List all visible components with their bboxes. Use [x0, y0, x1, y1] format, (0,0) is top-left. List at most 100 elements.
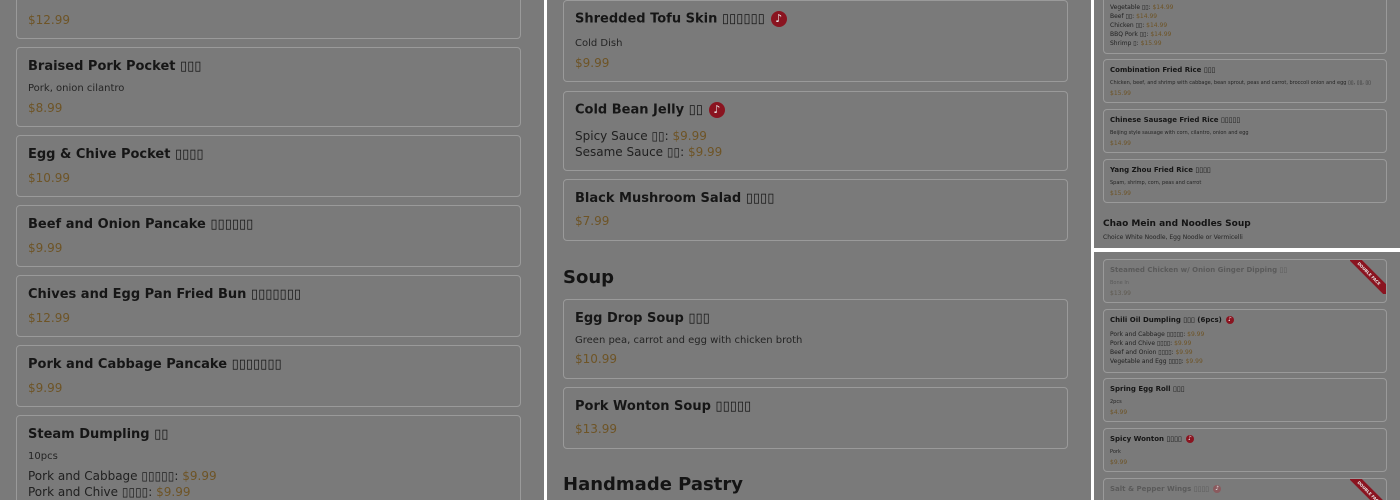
- option-label: Sesame Sauce ▯▯:: [575, 145, 685, 159]
- menu-item-card[interactable]: Combination Fried Rice ▯▯▯ Chicken, beef…: [1103, 59, 1387, 103]
- item-name-text: Cold Bean Jelly ▯▯: [575, 102, 703, 118]
- chili-pepper-icon: ♪: [1185, 435, 1194, 443]
- menu-item-card[interactable]: Steamed Chicken w/ Onion Ginger Dipping …: [1103, 259, 1387, 303]
- menu-item-card[interactable]: Pork Wonton Soup ▯▯▯▯▯ $13.99: [563, 387, 1068, 449]
- section-heading-chao-mein: Chao Mein and Noodles Soup: [1103, 219, 1251, 229]
- menu-panel-pastry: $12.99 Braised Pork Pocket ▯▯▯ Pork, oni…: [0, 0, 544, 500]
- menu-item-card[interactable]: Chives and Egg Pan Fried Bun ▯▯▯▯▯▯▯ $12…: [16, 275, 521, 337]
- option-price: $9.99: [1187, 331, 1205, 338]
- item-name: Steamed Chicken w/ Onion Ginger Dipping …: [1110, 266, 1288, 274]
- item-name: Braised Pork Pocket ▯▯▯: [28, 59, 202, 74]
- menu-item-card[interactable]: Black Mushroom Salad ▯▯▯▯ $7.99: [563, 179, 1068, 241]
- item-description: Chicken, beef, and shrimp with cabbage, …: [1110, 80, 1371, 86]
- option-price: $9.99: [1185, 358, 1203, 365]
- item-name: Steam Dumpling ▯▯: [28, 427, 169, 442]
- item-option: Pork and Cabbage ▯▯▯▯▯: $9.99: [1110, 331, 1204, 338]
- item-name: Chinese Sausage Fried Rice ▯▯▯▯▯: [1110, 116, 1241, 124]
- menu-panel-cold-dish-soup: Shredded Tofu Skin ▯▯▯▯▯▯ ♪ Cold Dish $9.…: [547, 0, 1091, 500]
- item-price: $14.99: [1110, 140, 1131, 147]
- item-option: Vegetable and Egg ▯▯▯▯: $9.99: [1110, 358, 1203, 365]
- item-option: Beef ▯▯: $14.99: [1110, 13, 1157, 20]
- item-name-text: Spicy Wonton ▯▯▯▯: [1110, 435, 1182, 443]
- option-price: $9.99: [672, 129, 707, 143]
- menu-item-card[interactable]: Braised Pork Pocket ▯▯▯ Pork, onion cila…: [16, 47, 521, 127]
- menu-item-card[interactable]: Shredded Tofu Skin ▯▯▯▯▯▯ ♪ Cold Dish $9.…: [563, 0, 1068, 82]
- item-price: $9.99: [1110, 459, 1128, 466]
- menu-item-card[interactable]: Chili Oil Dumpling ▯▯▯ (6pcs) ♪ Pork and …: [1103, 309, 1387, 373]
- menu-item-card[interactable]: Chinese Sausage Fried Rice ▯▯▯▯▯ Beijing…: [1103, 109, 1387, 153]
- item-price: $13.99: [1110, 290, 1131, 297]
- option-label: Vegetable ▯▯:: [1110, 4, 1151, 11]
- double-face-ribbon: DOUBLE FACE: [1350, 479, 1386, 500]
- item-option: Pork and Cabbage ▯▯▯▯▯: $9.99: [28, 469, 217, 483]
- item-description: Bone In: [1110, 280, 1129, 286]
- double-face-ribbon: DOUBLE FACE: [1350, 260, 1386, 294]
- item-price: $12.99: [28, 13, 70, 27]
- item-description: Pork: [1110, 449, 1121, 455]
- item-price: $13.99: [575, 422, 617, 436]
- item-description: 10pcs: [28, 451, 58, 462]
- option-price: $9.99: [1175, 349, 1193, 356]
- chili-pepper-icon: ♪: [770, 11, 787, 27]
- menu-panel-appetizers: Steamed Chicken w/ Onion Ginger Dipping …: [1094, 252, 1400, 500]
- item-price: $9.99: [28, 381, 63, 395]
- option-label: Beef ▯▯:: [1110, 13, 1135, 20]
- menu-item-card[interactable]: Spring Egg Roll ▯▯▯ 2pcs $4.99: [1103, 378, 1387, 422]
- item-price: $4.99: [1110, 409, 1128, 416]
- menu-item-card[interactable]: Salt & Pepper Wings ▯▯▯▯ ♪ DOUBLE FACE: [1103, 478, 1387, 500]
- item-name-text: Salt & Pepper Wings ▯▯▯▯: [1110, 485, 1210, 493]
- item-name: Yang Zhou Fried Rice ▯▯▯▯: [1110, 166, 1211, 174]
- item-price: $15.99: [1110, 90, 1131, 97]
- item-description: Pork, onion cilantro: [28, 83, 125, 94]
- option-label: BBQ Pork ▯▯:: [1110, 31, 1149, 38]
- menu-item-card[interactable]: Cold Bean Jelly ▯▯ ♪ Spicy Sauce ▯▯: $9.9…: [563, 91, 1068, 171]
- item-price: $7.99: [575, 214, 610, 228]
- item-name: Beef and Onion Pancake ▯▯▯▯▯▯: [28, 217, 254, 232]
- item-name: Spicy Wonton ▯▯▯▯ ♪: [1110, 435, 1194, 443]
- item-name: Chili Oil Dumpling ▯▯▯ (6pcs) ♪: [1110, 316, 1234, 324]
- item-option: Spicy Sauce ▯▯: $9.99: [575, 129, 707, 143]
- item-option: Pork and Chive ▯▯▯▯: $9.99: [1110, 340, 1191, 347]
- item-price: $8.99: [28, 101, 63, 115]
- menu-item-card[interactable]: $12.99: [16, 0, 521, 39]
- option-price: $14.99: [1136, 13, 1158, 20]
- menu-item-card[interactable]: Beef and Onion Pancake ▯▯▯▯▯▯ $9.99: [16, 205, 521, 267]
- item-name: Spring Egg Roll ▯▯▯: [1110, 385, 1185, 393]
- option-price: $9.99: [182, 469, 217, 483]
- chili-pepper-icon: ♪: [708, 102, 725, 118]
- ribbon-container: DOUBLE FACE: [1350, 479, 1386, 500]
- menu-item-card[interactable]: Yang Zhou Fried Rice ▯▯▯▯ Spam, shrimp, …: [1103, 159, 1387, 203]
- item-price: $12.99: [28, 311, 70, 325]
- item-option: Vegetable ▯▯: $14.99: [1110, 4, 1173, 11]
- item-name: Combination Fried Rice ▯▯▯: [1110, 66, 1216, 74]
- menu-item-card[interactable]: Spicy Wonton ▯▯▯▯ ♪ Pork $9.99: [1103, 428, 1387, 472]
- item-price: $9.99: [28, 241, 63, 255]
- menu-item-card[interactable]: Egg Drop Soup ▯▯▯ Green pea, carrot and …: [563, 299, 1068, 379]
- option-label: Pork and Chive ▯▯▯▯:: [28, 485, 153, 499]
- item-name-text: Chili Oil Dumpling ▯▯▯ (6pcs): [1110, 316, 1222, 324]
- item-name: Shredded Tofu Skin ▯▯▯▯▯▯ ♪: [575, 11, 787, 27]
- item-name: Cold Bean Jelly ▯▯ ♪: [575, 102, 725, 118]
- item-option: Chicken ▯▯: $14.99: [1110, 22, 1167, 29]
- ribbon-container: DOUBLE FACE: [1350, 260, 1386, 294]
- item-description: Cold Dish: [575, 38, 623, 49]
- item-option: Shrimp ▯: $15.99: [1110, 40, 1162, 47]
- item-name: Salt & Pepper Wings ▯▯▯▯ ♪: [1110, 485, 1222, 493]
- item-name: Chives and Egg Pan Fried Bun ▯▯▯▯▯▯▯: [28, 287, 301, 302]
- chili-pepper-icon: ♪: [1225, 316, 1234, 324]
- item-name: Egg & Chive Pocket ▯▯▯▯: [28, 147, 204, 162]
- option-price: $14.99: [1146, 22, 1168, 29]
- option-label: Pork and Chive ▯▯▯▯:: [1110, 340, 1173, 347]
- menu-item-card[interactable]: Vegetable ▯▯: $14.99 Beef ▯▯: $14.99 Chi…: [1103, 0, 1387, 54]
- menu-item-card[interactable]: Steam Dumpling ▯▯ 10pcs Pork and Cabbage…: [16, 415, 521, 500]
- option-label: Pork and Cabbage ▯▯▯▯▯:: [1110, 331, 1186, 338]
- item-name: Pork and Cabbage Pancake ▯▯▯▯▯▯▯: [28, 357, 282, 372]
- option-label: Shrimp ▯:: [1110, 40, 1139, 47]
- option-price: $14.99: [1152, 4, 1174, 11]
- menu-item-card[interactable]: Egg & Chive Pocket ▯▯▯▯ $10.99: [16, 135, 521, 197]
- item-option: BBQ Pork ▯▯: $14.99: [1110, 31, 1171, 38]
- section-note: Choice White Noodle, Egg Noodle or Vermi…: [1103, 234, 1243, 241]
- item-option: Sesame Sauce ▯▯: $9.99: [575, 145, 722, 159]
- menu-item-card[interactable]: Pork and Cabbage Pancake ▯▯▯▯▯▯▯ $9.99: [16, 345, 521, 407]
- option-price: $14.99: [1150, 31, 1172, 38]
